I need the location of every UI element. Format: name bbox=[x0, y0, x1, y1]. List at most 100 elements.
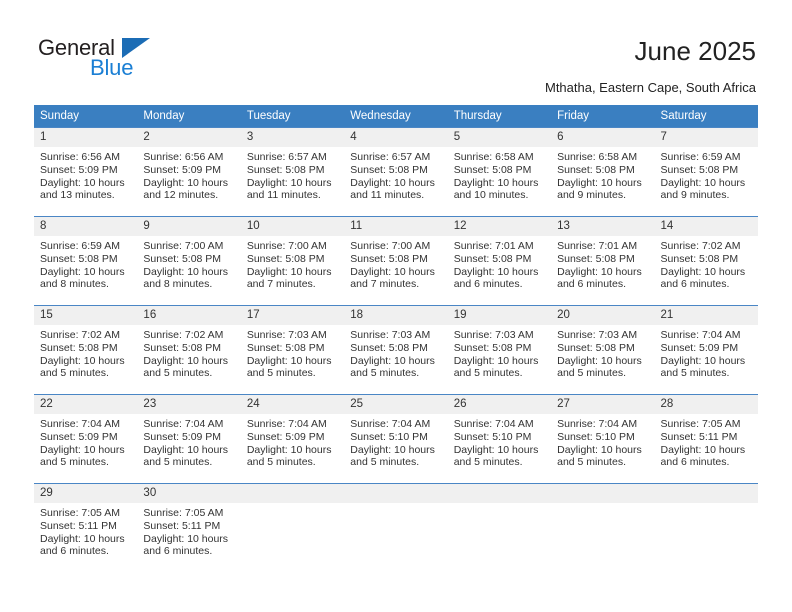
calendar-day-cell[interactable] bbox=[447, 483, 552, 572]
sunrise-text: Sunrise: 6:59 AM bbox=[660, 151, 741, 163]
day-number: 4 bbox=[344, 128, 448, 147]
calendar-day-cell[interactable]: 15 Sunrise: 7:02 AM Sunset: 5:08 PM Dayligh… bbox=[34, 305, 138, 395]
calendar-day-cell[interactable] bbox=[654, 483, 758, 572]
daylight-text: Daylight: 10 hours and 5 minutes. bbox=[350, 443, 435, 469]
sunset-text: Sunset: 5:11 PM bbox=[40, 519, 117, 532]
weekday-header-monday: Monday bbox=[137, 105, 241, 128]
day-number: 18 bbox=[344, 306, 448, 325]
day-sun-info: Sunrise: 6:57 AM Sunset: 5:08 PM Daylight:… bbox=[344, 147, 447, 202]
calendar-day-cell[interactable]: 12 Sunrise: 7:01 AM Sunset: 5:08 PM Dayligh… bbox=[447, 216, 552, 306]
sunrise-text: Sunrise: 7:04 AM bbox=[453, 418, 534, 430]
general-blue-logo: General Blue bbox=[38, 36, 238, 84]
day-number: 9 bbox=[137, 217, 241, 236]
day-cell-content: 23 Sunrise: 7:04 AM Sunset: 5:09 PM Dayligh… bbox=[137, 395, 241, 483]
sunset-text: Sunset: 5:11 PM bbox=[143, 519, 221, 532]
sunset-text: Sunset: 5:08 PM bbox=[453, 163, 532, 176]
calendar-day-cell[interactable]: 14 Sunrise: 7:02 AM Sunset: 5:08 PM Dayligh… bbox=[654, 216, 758, 306]
day-sun-info: Sunrise: 7:02 AM Sunset: 5:08 PM Daylight:… bbox=[137, 325, 240, 380]
calendar-day-cell[interactable]: 25 Sunrise: 7:04 AM Sunset: 5:10 PM Dayligh… bbox=[344, 394, 448, 484]
daylight-text: Daylight: 10 hours and 13 minutes. bbox=[40, 176, 125, 202]
daylight-text: Daylight: 10 hours and 5 minutes. bbox=[557, 354, 642, 380]
calendar-day-cell[interactable]: 8 Sunrise: 6:59 AM Sunset: 5:08 PM Daylight… bbox=[34, 216, 138, 306]
daylight-text: Daylight: 10 hours and 11 minutes. bbox=[246, 176, 332, 202]
calendar-day-cell[interactable]: 23 Sunrise: 7:04 AM Sunset: 5:09 PM Dayligh… bbox=[137, 394, 241, 484]
day-number: 19 bbox=[447, 306, 552, 325]
calendar-day-cell[interactable]: 9 Sunrise: 7:00 AM Sunset: 5:08 PM Daylight… bbox=[137, 216, 241, 306]
day-sun-info: Sunrise: 6:56 AM Sunset: 5:09 PM Daylight:… bbox=[137, 147, 240, 202]
day-sun-info: Sunrise: 7:03 AM Sunset: 5:08 PM Daylight:… bbox=[551, 325, 654, 380]
daylight-text: Daylight: 10 hours and 9 minutes. bbox=[557, 176, 642, 202]
day-sun-info bbox=[551, 503, 654, 507]
calendar-day-cell[interactable]: 22 Sunrise: 7:04 AM Sunset: 5:09 PM Dayligh… bbox=[34, 394, 138, 484]
sunrise-text: Sunrise: 7:00 AM bbox=[143, 240, 224, 252]
calendar-day-cell[interactable]: 19 Sunrise: 7:03 AM Sunset: 5:08 PM Dayligh… bbox=[447, 305, 552, 395]
daylight-text: Daylight: 10 hours and 5 minutes. bbox=[143, 354, 229, 380]
calendar-day-cell[interactable] bbox=[551, 483, 655, 572]
calendar-day-cell[interactable]: 18 Sunrise: 7:03 AM Sunset: 5:08 PM Dayligh… bbox=[344, 305, 448, 395]
day-number: 3 bbox=[240, 128, 345, 147]
calendar-page: General Blue June 2025 Mthatha, Eastern … bbox=[0, 0, 792, 612]
calendar-day-cell[interactable]: 30 Sunrise: 7:05 AM Sunset: 5:11 PM Dayligh… bbox=[137, 483, 241, 572]
calendar-day-cell[interactable]: 29 Sunrise: 7:05 AM Sunset: 5:11 PM Dayligh… bbox=[34, 483, 138, 572]
daylight-text: Daylight: 10 hours and 6 minutes. bbox=[660, 265, 746, 291]
sunrise-text: Sunrise: 7:03 AM bbox=[453, 329, 534, 341]
calendar-day-cell[interactable]: 3 Sunrise: 6:57 AM Sunset: 5:08 PM Daylight… bbox=[240, 127, 345, 217]
day-number: 28 bbox=[654, 395, 758, 414]
calendar-day-cell[interactable]: 6 Sunrise: 6:58 AM Sunset: 5:08 PM Daylight… bbox=[551, 127, 655, 217]
day-sun-info: Sunrise: 7:05 AM Sunset: 5:11 PM Daylight:… bbox=[137, 503, 240, 558]
calendar-week-row: 8 Sunrise: 6:59 AM Sunset: 5:08 PM Daylight… bbox=[34, 216, 758, 306]
day-number: 22 bbox=[34, 395, 138, 414]
sunset-text: Sunset: 5:10 PM bbox=[453, 430, 532, 443]
day-cell-content: 18 Sunrise: 7:03 AM Sunset: 5:08 PM Dayligh… bbox=[344, 306, 448, 394]
day-number: 2 bbox=[137, 128, 241, 147]
sunset-text: Sunset: 5:08 PM bbox=[557, 252, 635, 265]
day-sun-info: Sunrise: 7:05 AM Sunset: 5:11 PM Daylight:… bbox=[655, 414, 758, 469]
sunset-text: Sunset: 5:08 PM bbox=[660, 163, 739, 176]
calendar-day-cell[interactable]: 7 Sunrise: 6:59 AM Sunset: 5:08 PM Daylight… bbox=[654, 127, 758, 217]
sunset-text: Sunset: 5:08 PM bbox=[40, 341, 118, 354]
sunrise-text: Sunrise: 7:04 AM bbox=[40, 418, 120, 430]
calendar-day-cell[interactable]: 21 Sunrise: 7:04 AM Sunset: 5:09 PM Dayligh… bbox=[654, 305, 758, 395]
daylight-text: Daylight: 10 hours and 6 minutes. bbox=[453, 265, 539, 291]
sunset-text: Sunset: 5:08 PM bbox=[557, 341, 635, 354]
calendar-day-cell[interactable] bbox=[240, 483, 345, 572]
day-number: 1 bbox=[34, 128, 138, 147]
calendar-day-cell[interactable]: 11 Sunrise: 7:00 AM Sunset: 5:08 PM Dayligh… bbox=[344, 216, 448, 306]
day-sun-info: Sunrise: 7:01 AM Sunset: 5:08 PM Daylight:… bbox=[551, 236, 654, 291]
day-cell-content bbox=[654, 484, 758, 572]
day-number: 14 bbox=[654, 217, 758, 236]
day-sun-info: Sunrise: 7:04 AM Sunset: 5:10 PM Daylight:… bbox=[344, 414, 447, 469]
calendar-day-cell[interactable]: 28 Sunrise: 7:05 AM Sunset: 5:11 PM Dayligh… bbox=[654, 394, 758, 484]
calendar-day-cell[interactable]: 16 Sunrise: 7:02 AM Sunset: 5:08 PM Dayligh… bbox=[137, 305, 241, 395]
day-cell-content bbox=[344, 484, 448, 572]
calendar-day-cell[interactable]: 20 Sunrise: 7:03 AM Sunset: 5:08 PM Dayligh… bbox=[551, 305, 655, 395]
day-cell-content: 13 Sunrise: 7:01 AM Sunset: 5:08 PM Dayligh… bbox=[551, 217, 655, 305]
calendar-day-cell[interactable] bbox=[344, 483, 448, 572]
calendar-day-cell[interactable]: 13 Sunrise: 7:01 AM Sunset: 5:08 PM Dayligh… bbox=[551, 216, 655, 306]
daylight-text: Daylight: 10 hours and 5 minutes. bbox=[660, 354, 746, 380]
day-number: 11 bbox=[344, 217, 448, 236]
day-cell-content: 9 Sunrise: 7:00 AM Sunset: 5:08 PM Daylight… bbox=[137, 217, 241, 305]
calendar-day-cell[interactable]: 2 Sunrise: 6:56 AM Sunset: 5:09 PM Daylight… bbox=[137, 127, 241, 217]
day-cell-content: 3 Sunrise: 6:57 AM Sunset: 5:08 PM Daylight… bbox=[240, 128, 345, 216]
daylight-text: Daylight: 10 hours and 5 minutes. bbox=[453, 354, 539, 380]
day-cell-content: 19 Sunrise: 7:03 AM Sunset: 5:08 PM Dayligh… bbox=[447, 306, 552, 394]
calendar-day-cell[interactable]: 4 Sunrise: 6:57 AM Sunset: 5:08 PM Daylight… bbox=[344, 127, 448, 217]
calendar-day-cell[interactable]: 26 Sunrise: 7:04 AM Sunset: 5:10 PM Dayligh… bbox=[447, 394, 552, 484]
sunset-text: Sunset: 5:09 PM bbox=[143, 163, 222, 176]
weekday-header-thursday: Thursday bbox=[447, 105, 552, 128]
calendar-day-cell[interactable]: 17 Sunrise: 7:03 AM Sunset: 5:08 PM Dayligh… bbox=[240, 305, 345, 395]
calendar-day-cell[interactable]: 10 Sunrise: 7:00 AM Sunset: 5:08 PM Dayligh… bbox=[240, 216, 345, 306]
day-cell-content: 2 Sunrise: 6:56 AM Sunset: 5:09 PM Daylight… bbox=[137, 128, 241, 216]
day-sun-info: Sunrise: 6:58 AM Sunset: 5:08 PM Daylight:… bbox=[448, 147, 551, 202]
day-number: 24 bbox=[240, 395, 345, 414]
calendar-day-cell[interactable]: 27 Sunrise: 7:04 AM Sunset: 5:10 PM Dayligh… bbox=[551, 394, 655, 484]
day-cell-content: 12 Sunrise: 7:01 AM Sunset: 5:08 PM Dayligh… bbox=[447, 217, 552, 305]
daylight-text: Daylight: 10 hours and 5 minutes. bbox=[453, 443, 539, 469]
calendar-day-cell[interactable]: 1 Sunrise: 6:56 AM Sunset: 5:09 PM Daylight… bbox=[34, 127, 138, 217]
day-cell-content bbox=[447, 484, 552, 572]
sunrise-text: Sunrise: 7:04 AM bbox=[557, 418, 638, 430]
calendar-day-cell[interactable]: 5 Sunrise: 6:58 AM Sunset: 5:08 PM Daylight… bbox=[447, 127, 552, 217]
sunrise-sunset-calendar-table: Sunday Monday Tuesday Wednesday Thursday… bbox=[34, 105, 758, 572]
calendar-day-cell[interactable]: 24 Sunrise: 7:04 AM Sunset: 5:09 PM Dayligh… bbox=[240, 394, 345, 484]
